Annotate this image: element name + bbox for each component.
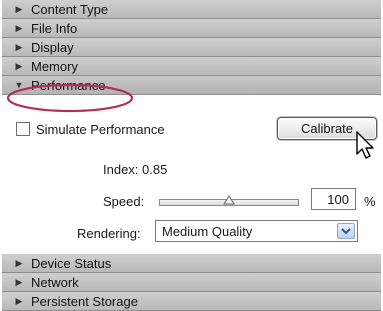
triangle-right-icon: ▶ — [15, 257, 23, 268]
speed-input[interactable] — [311, 188, 356, 210]
simulate-performance-checkbox[interactable] — [16, 122, 30, 136]
section-label: Performance — [31, 77, 106, 93]
section-persistent-storage[interactable]: ▶ Persistent Storage — [2, 292, 381, 311]
triangle-right-icon: ▶ — [15, 3, 23, 14]
simulate-performance-label: Simulate Performance — [36, 122, 165, 137]
dropdown-button[interactable] — [337, 223, 355, 239]
section-display[interactable]: ▶ Display — [2, 38, 381, 57]
section-label: Device Status — [31, 255, 112, 271]
rendering-select[interactable]: Medium Quality — [155, 220, 358, 242]
performance-content: Simulate Performance Calibrate Index: 0.… — [2, 113, 381, 253]
triangle-right-icon: ▶ — [15, 276, 23, 287]
section-device-status[interactable]: ▶ Device Status — [2, 254, 381, 273]
rendering-value: Medium Quality — [162, 224, 253, 239]
section-file-info[interactable]: ▶ File Info — [2, 19, 381, 38]
section-label: Display — [31, 39, 74, 55]
device-panel: ▶ Content Type ▶ File Info ▶ Display ▶ M… — [2, 0, 381, 311]
section-label: File Info — [31, 20, 78, 36]
index-value: Index: 0.85 — [103, 162, 168, 177]
chevron-down-icon — [341, 228, 351, 235]
triangle-right-icon: ▶ — [15, 295, 23, 306]
triangle-right-icon: ▶ — [15, 41, 23, 52]
section-memory[interactable]: ▶ Memory — [2, 57, 381, 76]
speed-unit: % — [364, 194, 376, 209]
triangle-down-icon: ▼ — [14, 79, 24, 90]
triangle-right-icon: ▶ — [15, 60, 23, 71]
section-label: Persistent Storage — [31, 293, 138, 309]
section-performance[interactable]: ▼ Performance — [2, 76, 381, 95]
section-label: Content Type — [31, 1, 109, 17]
section-label: Memory — [31, 58, 78, 74]
section-content-type[interactable]: ▶ Content Type — [2, 0, 381, 19]
slider-thumb[interactable] — [223, 195, 235, 205]
rendering-label: Rendering: — [77, 226, 141, 241]
speed-label: Speed: — [103, 194, 145, 209]
triangle-right-icon: ▶ — [15, 22, 23, 33]
mouse-pointer-icon — [356, 131, 374, 159]
section-label: Network — [31, 274, 79, 290]
section-network[interactable]: ▶ Network — [2, 273, 381, 292]
